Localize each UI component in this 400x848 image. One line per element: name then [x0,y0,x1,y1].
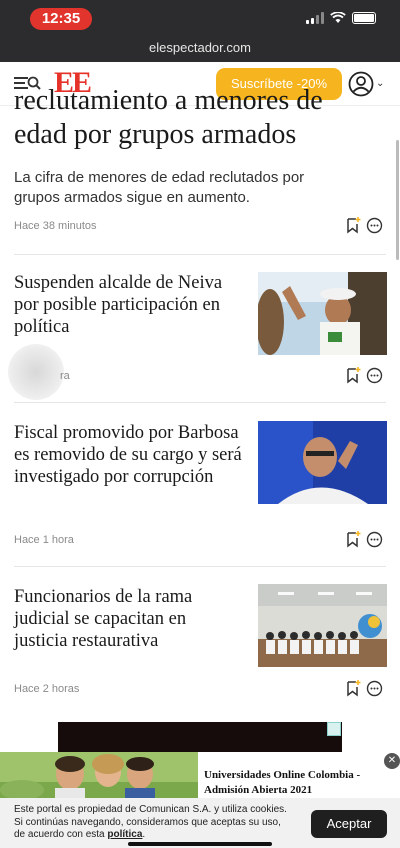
bookmark-add-icon[interactable] [346,679,362,697]
story-title-1[interactable]: Suspenden alcalde de Neiva por posible p… [14,272,244,338]
comment-icon[interactable] [366,531,383,548]
comment-icon[interactable] [366,367,383,384]
cookie-text: Este portal es propiedad de Comunican S.… [14,804,287,840]
story-thumbnail-3[interactable] [258,584,387,667]
divider [14,254,386,255]
ad-headline[interactable]: Universidades Online Colombia - Admisión… [204,768,376,798]
divider [14,402,386,403]
story-actions-2 [346,530,383,548]
browser-status-bar: 12:35 elespectador.com [0,0,400,62]
bookmark-add-icon[interactable] [346,530,362,548]
page-scrollbar[interactable] [396,140,399,260]
ad-top-strip[interactable] [58,722,342,752]
top-story-actions [346,216,383,234]
top-story-time: Hace 38 minutos [14,220,97,232]
cookie-message: Este portal es propiedad de Comunican S.… [14,804,287,840]
story-title-3[interactable]: Funcionarios de la rama judicial se capa… [14,586,244,652]
comment-icon[interactable] [366,217,383,234]
story-time-2: Hace 1 hora [14,534,74,546]
wifi-icon [330,12,346,23]
battery-icon [352,12,376,24]
status-icons [306,12,376,24]
ad-banner[interactable]: Universidades Online Colombia - Admisión… [0,752,400,800]
top-story-lead: La cifra de menores de edad reclutados p… [14,169,305,206]
accept-cookies-button[interactable]: Aceptar [311,810,387,838]
story-thumbnail-2[interactable] [258,421,387,504]
cellular-signal-icon [306,12,324,24]
story-actions-1 [346,366,383,384]
story-actions-3 [346,679,383,697]
status-time: 12:35 [30,8,92,30]
top-story-title[interactable]: edad por grupos armados [14,120,296,150]
ad-choices-icon[interactable] [327,722,341,736]
blurred-overlay [8,344,64,400]
ad-close-button[interactable]: ✕ [384,753,400,769]
comment-icon[interactable] [366,680,383,697]
story-title-2[interactable]: Fiscal promovido por Barbosa es removido… [14,422,244,488]
address-bar-url[interactable]: elespectador.com [0,40,400,55]
story-time-3: Hace 2 horas [14,683,80,695]
bookmark-add-icon[interactable] [346,216,362,234]
divider [14,566,386,567]
story-time-1: ra [60,370,70,382]
cookie-policy-link[interactable]: política [107,829,142,840]
ad-image[interactable] [0,752,198,800]
story-thumbnail-1[interactable] [258,272,387,355]
top-story-title-partial[interactable]: reclutamiento a menores de [14,86,394,116]
home-indicator[interactable] [128,842,272,846]
bookmark-add-icon[interactable] [346,366,362,384]
